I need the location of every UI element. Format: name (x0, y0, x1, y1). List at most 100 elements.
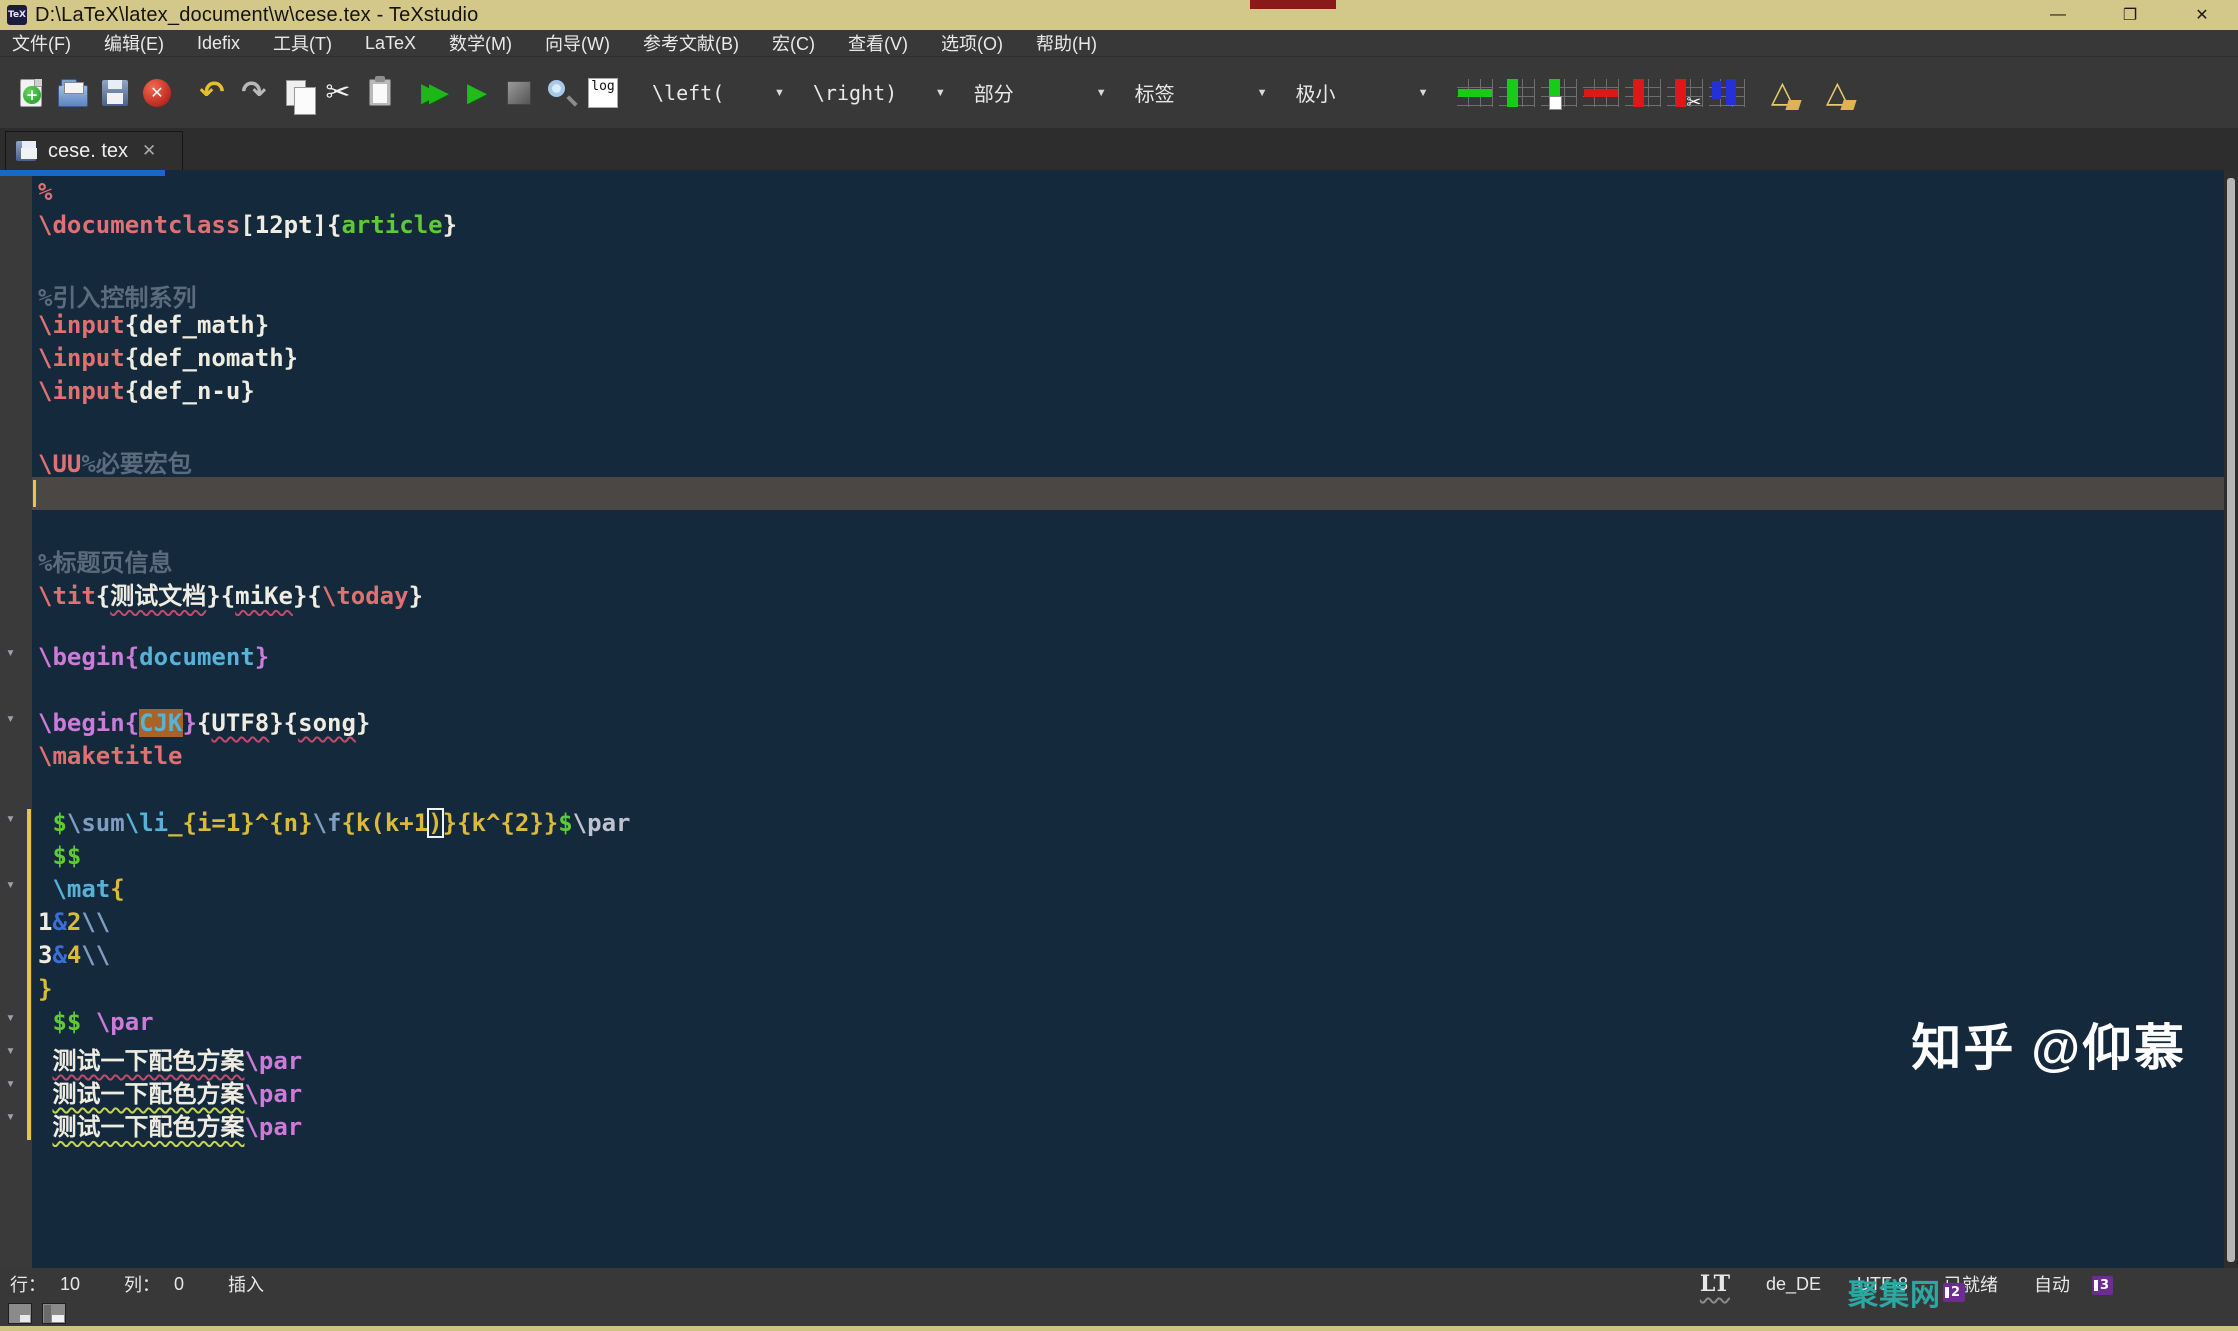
code-token: CJK (139, 709, 182, 737)
align-columns-button[interactable] (1706, 69, 1748, 117)
fold-marker-icon[interactable]: ▾ (6, 1107, 15, 1125)
code-line[interactable]: \UU%必要宏包 (32, 444, 2224, 477)
code-token: }{ (206, 582, 235, 610)
build-and-view-button[interactable]: ▶▶ (414, 69, 456, 117)
add-column-button[interactable] (1496, 69, 1538, 117)
layout-toggle-icon[interactable] (8, 1303, 32, 1324)
fold-marker-icon[interactable]: ▾ (6, 1074, 15, 1092)
close-file-button[interactable]: ✕ (136, 69, 178, 117)
menu-item[interactable]: Idefix (197, 33, 240, 54)
code-line[interactable]: ▾ \mat{ (32, 875, 2224, 908)
add-row-button[interactable] (1454, 69, 1496, 117)
code-token: } (255, 643, 269, 671)
menu-item[interactable]: 宏(C) (772, 30, 815, 56)
right-bracket-wizard-button[interactable]: △ (1816, 69, 1858, 117)
scrollbar-thumb[interactable] (2227, 178, 2235, 1262)
size-dropdown[interactable]: 极小 ▼ (1296, 78, 1429, 107)
code-line[interactable] (32, 609, 2224, 642)
compile-button[interactable]: ▶ (456, 69, 498, 117)
code-line[interactable]: $$ (32, 842, 2224, 875)
restore-button[interactable]: ❐ (2094, 0, 2166, 30)
redo-button[interactable]: ↷ (233, 69, 275, 117)
remove-column-button[interactable] (1622, 69, 1664, 117)
menu-item[interactable]: 查看(V) (848, 30, 908, 56)
code-line[interactable]: \input{def_math} (32, 311, 2224, 344)
titlebar-red-artifact (1250, 0, 1336, 9)
code-token: \tit (38, 582, 96, 610)
left-bracket-wizard-button[interactable]: △ (1761, 69, 1803, 117)
code-line[interactable]: 1&2\\ (32, 908, 2224, 941)
code-line[interactable]: \documentclass[12pt]{article} (32, 211, 2224, 244)
code-line[interactable]: %引入控制系列 (32, 278, 2224, 311)
code-line[interactable]: \maketitle (32, 742, 2224, 775)
code-line[interactable]: \input{def_nomath} (32, 344, 2224, 377)
code-line[interactable]: ▾ 测试一下配色方案\par (32, 1041, 2224, 1074)
close-button[interactable]: ✕ (2166, 0, 2238, 30)
section-dropdown[interactable]: 部分 ▼ (974, 78, 1107, 107)
new-file-button[interactable]: + (10, 69, 52, 117)
save-button[interactable] (94, 69, 136, 117)
minimize-button[interactable]: — (2022, 0, 2094, 30)
code-line[interactable]: \input{def_n-u} (32, 377, 2224, 410)
menu-item[interactable]: 向导(W) (545, 30, 610, 56)
taskbar-edge (0, 1326, 2238, 1331)
fold-marker-icon[interactable]: ▾ (6, 875, 15, 893)
code-line[interactable]: ▾\begin{CJK}{UTF8}{song} (32, 709, 2224, 742)
right-delimiter-dropdown[interactable]: \right) ▼ (813, 81, 946, 105)
menu-item[interactable]: 数学(M) (449, 30, 512, 56)
stop-button[interactable] (498, 69, 540, 117)
code-line[interactable] (32, 477, 2224, 510)
paste-button[interactable] (359, 69, 401, 117)
menubar: 文件(F) 编辑(E) Idefix 工具(T) LaTeX 数学(M) 向导(W) 参考文献… (0, 30, 2238, 57)
spell-language[interactable]: de_DE (1766, 1274, 1821, 1295)
code-line[interactable]: %标题页信息 (32, 543, 2224, 576)
left-delimiter-dropdown[interactable]: \left( ▼ (652, 81, 785, 105)
code-area[interactable]: %\documentclass[12pt]{article}%引入控制系列\in… (0, 178, 2224, 1140)
code-line[interactable]: 3&4\\ (32, 941, 2224, 974)
menu-item[interactable]: 工具(T) (273, 30, 332, 56)
menu-item[interactable]: 参考文献(B) (643, 30, 739, 56)
menu-item[interactable]: 帮助(H) (1036, 30, 1097, 56)
vertical-scrollbar[interactable] (2224, 170, 2238, 1268)
remove-row-button[interactable] (1580, 69, 1622, 117)
code-line[interactable] (32, 676, 2224, 709)
languagetool-indicator[interactable]: LT (1700, 1271, 1730, 1297)
modified-line-marker (27, 908, 31, 941)
fold-marker-icon[interactable]: ▾ (6, 643, 15, 661)
code-line[interactable]: ▾ 测试一下配色方案\par (32, 1107, 2224, 1140)
cut-column-button[interactable]: ✂ (1664, 69, 1706, 117)
code-line[interactable] (32, 510, 2224, 543)
code-token: \documentclass (38, 211, 240, 239)
view-pdf-button[interactable] (540, 69, 582, 117)
code-line[interactable]: \tit{测试文档}{miKe}{\today} (32, 576, 2224, 609)
editor[interactable]: %\documentclass[12pt]{article}%引入控制系列\in… (0, 170, 2238, 1268)
cut-button[interactable]: ✂ (317, 69, 359, 117)
menu-item[interactable]: 选项(O) (941, 30, 1003, 56)
watermark-badge-2: 2 (1943, 1283, 1965, 1302)
menu-item[interactable]: LaTeX (365, 33, 416, 54)
label-dropdown[interactable]: 标签 ▼ (1135, 78, 1268, 107)
code-line[interactable] (32, 410, 2224, 443)
menu-item[interactable]: 编辑(E) (104, 30, 164, 56)
paste-column-button[interactable] (1538, 69, 1580, 117)
fold-marker-icon[interactable]: ▾ (6, 1041, 15, 1059)
view-log-button[interactable]: log (582, 69, 624, 117)
copy-button[interactable] (275, 69, 317, 117)
code-line[interactable]: % (32, 178, 2224, 211)
code-line[interactable]: ▾ $\sum\li_{i=1}^{n}\f{k(k+1)}{k^{2}}$\p… (32, 809, 2224, 842)
code-line[interactable]: ▾ $$ \par (32, 1008, 2224, 1041)
menu-item[interactable]: 文件(F) (12, 30, 71, 56)
code-line[interactable]: } (32, 975, 2224, 1008)
tab-close-icon[interactable]: ✕ (142, 141, 156, 161)
code-line[interactable] (32, 244, 2224, 277)
layout-split-icon[interactable] (42, 1303, 66, 1324)
undo-button[interactable]: ↶ (191, 69, 233, 117)
open-file-button[interactable] (52, 69, 94, 117)
code-line[interactable]: ▾\begin{document} (32, 643, 2224, 676)
code-line[interactable]: ▾ 测试一下配色方案\par (32, 1074, 2224, 1107)
fold-marker-icon[interactable]: ▾ (6, 809, 15, 827)
fold-marker-icon[interactable]: ▾ (6, 1008, 15, 1026)
fold-marker-icon[interactable]: ▾ (6, 709, 15, 727)
tab-cese-tex[interactable]: cese. tex ✕ (5, 131, 183, 170)
code-line[interactable] (32, 775, 2224, 808)
